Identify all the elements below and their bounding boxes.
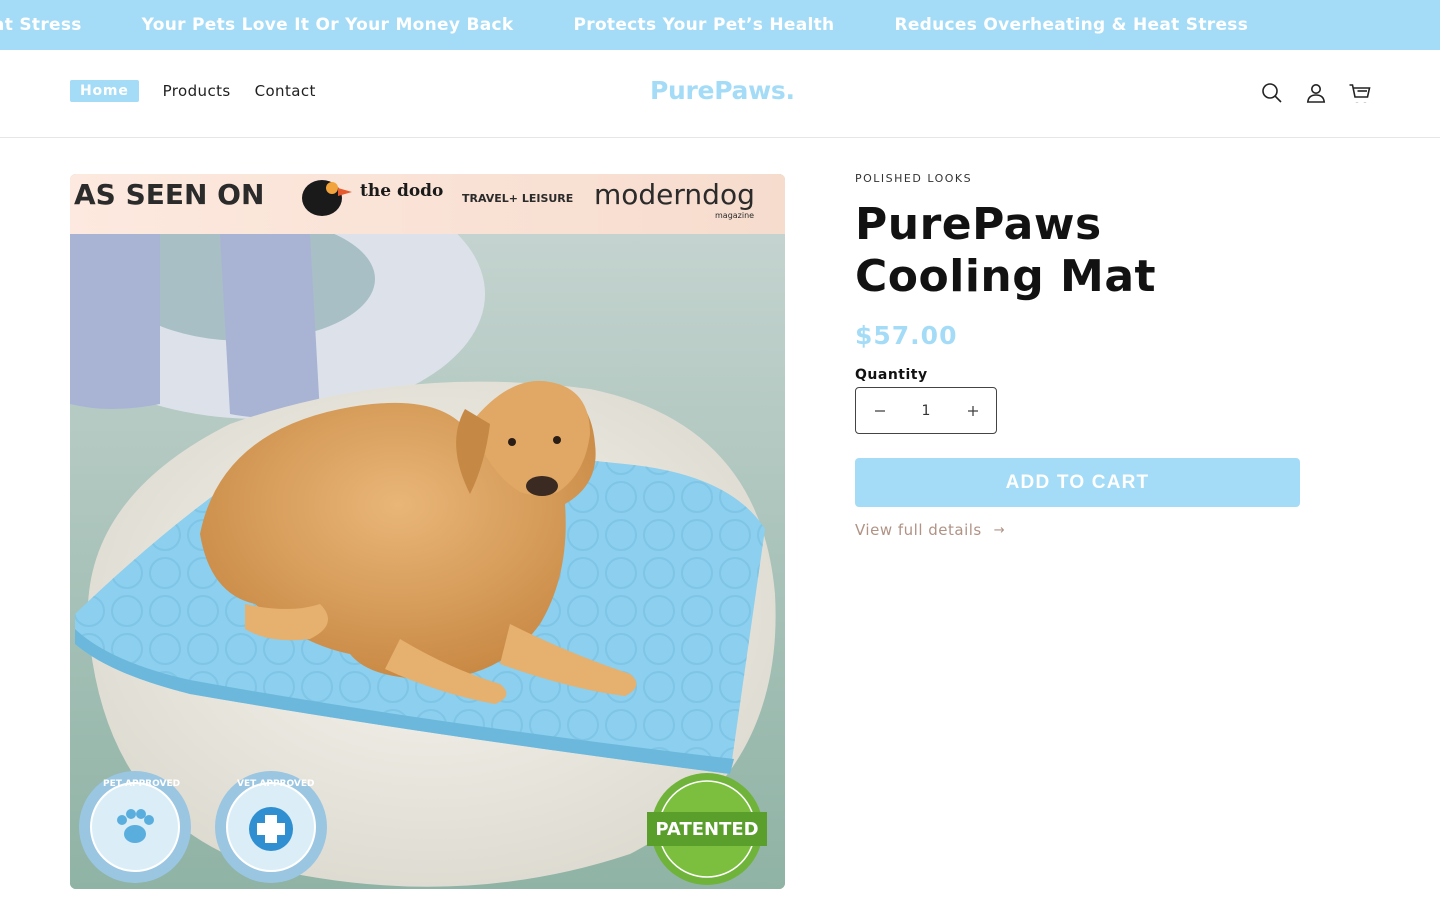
product-title: PurePaws Cooling Mat bbox=[855, 199, 1157, 302]
site-logo[interactable]: PurePaws. bbox=[650, 76, 795, 105]
announcement-item: Protects Your Pet’s Health bbox=[573, 15, 835, 35]
product-image[interactable]: AS SEEN ON the dodo TRAVEL+ LEISURE mode… bbox=[70, 174, 785, 889]
arrow-right-icon: → bbox=[993, 522, 1006, 538]
quantity-increase-button[interactable] bbox=[949, 388, 996, 433]
badge-text: PATENTED bbox=[655, 819, 758, 840]
pet-approved-badge: PET APPROVED bbox=[79, 771, 191, 883]
cart-icon[interactable] bbox=[1347, 80, 1373, 106]
product-vendor: POLISHED LOOKS bbox=[855, 172, 973, 185]
announcement-item: Your Pets Love It Or Your Money Back bbox=[141, 15, 514, 35]
press-logo-sublabel: magazine bbox=[715, 211, 754, 220]
product-photo: AS SEEN ON the dodo TRAVEL+ LEISURE mode… bbox=[70, 174, 785, 889]
quantity-input[interactable] bbox=[906, 402, 946, 419]
view-full-details-label: View full details bbox=[855, 521, 982, 539]
banner-text: AS SEEN ON bbox=[74, 178, 264, 211]
product-price: $57.00 bbox=[855, 321, 958, 350]
announcement-bar: Reduces Overheating & Heat Stress Your P… bbox=[0, 0, 1440, 50]
minus-icon bbox=[874, 409, 885, 412]
plus-icon bbox=[967, 405, 978, 416]
main-nav: Home Products Contact bbox=[70, 80, 340, 102]
quantity-stepper bbox=[855, 387, 997, 434]
vet-approved-badge: VET APPROVED bbox=[215, 771, 327, 883]
announcement-track: Reduces Overheating & Heat Stress Your P… bbox=[0, 0, 1308, 50]
nav-link-contact[interactable]: Contact bbox=[255, 82, 316, 100]
search-icon[interactable] bbox=[1259, 80, 1285, 106]
nav-link-products[interactable]: Products bbox=[163, 82, 231, 100]
press-logo-travel-leisure: TRAVEL+ LEISURE bbox=[462, 192, 573, 205]
announcement-item: Reduces Overheating & Heat Stress bbox=[894, 15, 1249, 35]
announcement-item: Reduces Overheating & Heat Stress bbox=[0, 15, 82, 35]
view-full-details-link[interactable]: View full details → bbox=[855, 521, 1300, 539]
badge-ring-text: PET APPROVED bbox=[103, 779, 180, 789]
quantity-label: Quantity bbox=[855, 367, 928, 383]
press-logo-moderndog: moderndog bbox=[594, 178, 755, 211]
badge-ring-text: VET APPROVED bbox=[237, 779, 314, 789]
press-logo-dodo: the dodo bbox=[360, 181, 443, 201]
add-to-cart-button[interactable]: ADD TO CART bbox=[855, 458, 1300, 507]
nav-link-home[interactable]: Home bbox=[70, 80, 139, 102]
quantity-decrease-button[interactable] bbox=[856, 388, 903, 433]
product-info: POLISHED LOOKS PurePaws Cooling Mat $57.… bbox=[855, 172, 1300, 539]
account-icon[interactable] bbox=[1303, 80, 1329, 106]
site-header: Home Products Contact PurePaws. bbox=[0, 50, 1440, 138]
header-icons bbox=[1259, 80, 1373, 106]
